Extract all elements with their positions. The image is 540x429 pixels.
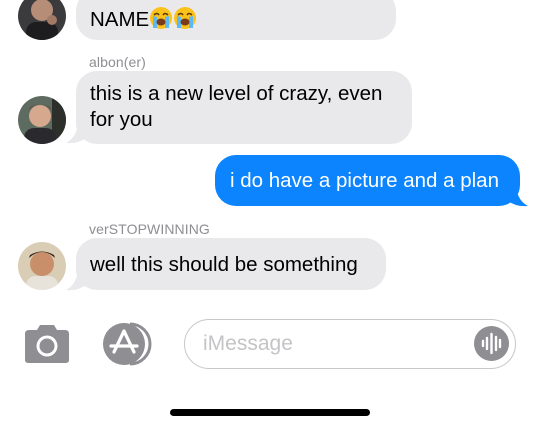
app-store-button[interactable] bbox=[100, 322, 156, 371]
avatar[interactable] bbox=[18, 96, 66, 144]
bubble-tail bbox=[508, 187, 528, 207]
bubble-tail bbox=[66, 124, 86, 144]
message-text: this is a new level of crazy, even for y… bbox=[90, 82, 383, 131]
loudly-crying-face-icon bbox=[173, 6, 197, 30]
home-indicator[interactable] bbox=[170, 409, 370, 416]
message-bubble[interactable]: NAME bbox=[76, 0, 396, 40]
camera-icon bbox=[25, 325, 69, 363]
avatar[interactable] bbox=[18, 242, 66, 290]
app-store-icon bbox=[103, 322, 152, 366]
audio-message-button[interactable] bbox=[474, 326, 509, 361]
sender-name: verSTOPWINNING bbox=[89, 221, 210, 237]
camera-button[interactable] bbox=[23, 324, 71, 369]
message-text: i do have a picture and a plan bbox=[230, 169, 499, 192]
message-bubble[interactable]: this is a new level of crazy, even for y… bbox=[76, 71, 412, 144]
message-bubble[interactable]: well this should be something bbox=[76, 238, 386, 290]
audio-waveform-icon bbox=[481, 332, 502, 355]
message-input-placeholder: iMessage bbox=[203, 332, 293, 355]
bubble-tail bbox=[66, 271, 86, 291]
message-text: well this should be something bbox=[90, 253, 358, 276]
message-input[interactable]: iMessage bbox=[184, 319, 516, 369]
avatar[interactable] bbox=[18, 0, 66, 40]
loudly-crying-face-icon bbox=[149, 6, 173, 30]
message-text: NAME bbox=[90, 8, 150, 31]
sender-name: albon(er) bbox=[89, 54, 146, 70]
message-bubble[interactable]: i do have a picture and a plan bbox=[215, 155, 520, 206]
